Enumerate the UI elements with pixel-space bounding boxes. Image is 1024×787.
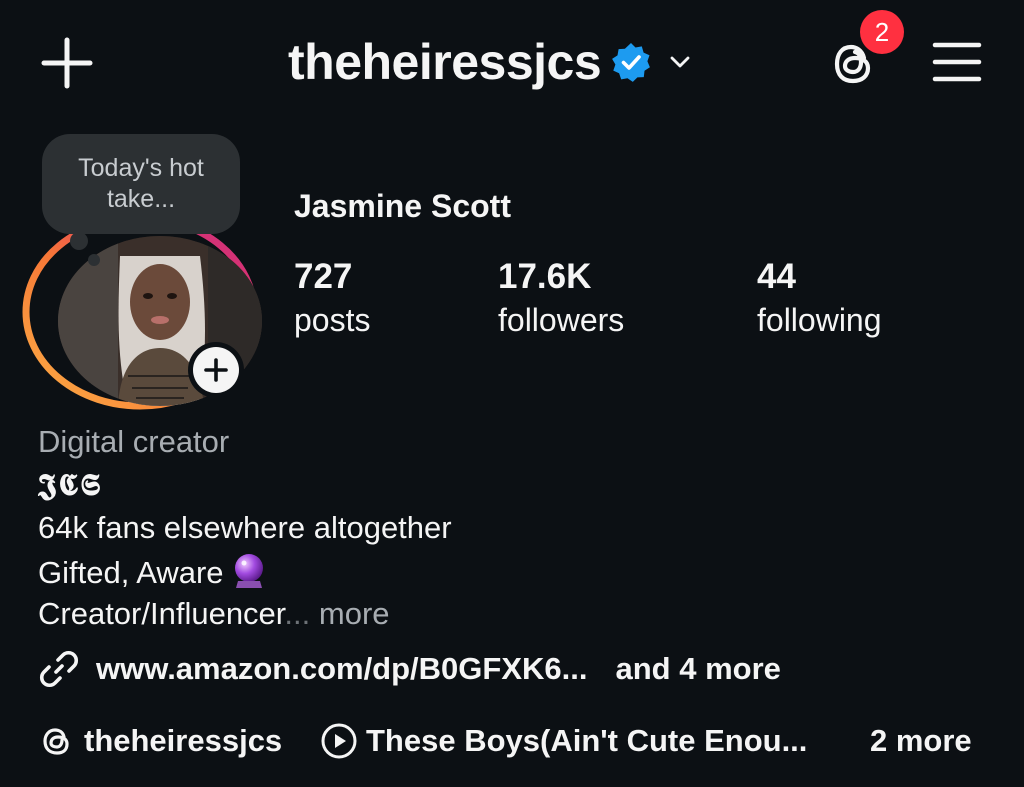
note-bubble[interactable]: Today's hot take... [42, 134, 240, 234]
profile-username[interactable]: theheiressjcs [288, 33, 602, 91]
following-label: following [757, 302, 882, 338]
hamburger-menu-icon[interactable] [932, 40, 982, 84]
more-pills-label: 2 more [870, 723, 972, 758]
create-plus-icon[interactable] [40, 36, 94, 90]
note-text-line1: Today's hot [78, 154, 204, 182]
bio-ornate-initials: 𝕵𝕮𝕾 [38, 468, 103, 503]
chevron-down-icon[interactable] [667, 49, 693, 75]
profile-category: Digital creator [38, 424, 230, 459]
music-pill[interactable]: These Boys(Ain't Cute Enou... [320, 716, 807, 766]
external-links-row[interactable]: www.amazon.com/dp/B0GFXK6... and 4 more [38, 644, 781, 694]
link-icon [39, 650, 79, 688]
threads-handle: theheiressjcs [84, 723, 283, 758]
following-count: 44 [757, 257, 796, 296]
note-bubble-tail-small [88, 254, 100, 266]
bio-line-2: Gifted, Aware [38, 555, 224, 590]
notification-badge: 2 [860, 10, 904, 54]
verified-badge-icon [612, 43, 651, 82]
bio-ellipsis: ... [284, 596, 311, 631]
account-switcher[interactable]: theheiressjcs [288, 30, 693, 94]
followers-label: followers [498, 302, 625, 338]
posts-stat[interactable]: 727 posts [294, 256, 370, 342]
profile-full-name: Jasmine Scott [294, 188, 511, 224]
crystal-ball-emoji-icon [234, 554, 263, 588]
followers-count: 17.6K [498, 257, 592, 296]
following-stat[interactable]: 44 following [757, 256, 882, 342]
note-text-line2: take... [106, 185, 176, 213]
note-bubble-tail [70, 232, 88, 250]
primary-link[interactable]: www.amazon.com/dp/B0GFXK6... [96, 651, 588, 687]
more-pills-button[interactable]: 2 more [870, 716, 972, 766]
plus-icon [204, 358, 228, 382]
threads-small-icon [43, 728, 69, 755]
posts-label: posts [294, 302, 371, 338]
bio-more-link[interactable]: more [319, 596, 390, 631]
bio-line-3-wrap: Creator/Influencer... more [38, 596, 390, 632]
add-story-button[interactable] [188, 342, 244, 398]
play-circle-icon [321, 723, 357, 759]
more-links-button[interactable]: and 4 more [616, 651, 781, 687]
threads-profile-pill[interactable]: theheiressjcs [38, 716, 282, 766]
posts-count: 727 [294, 257, 353, 296]
music-title: These Boys(Ain't Cute Enou... [366, 723, 808, 758]
bio-line-3: Creator/Influencer [38, 596, 285, 631]
bio-line-2-wrap: Gifted, Aware [38, 553, 266, 591]
followers-stat[interactable]: 17.6K followers [498, 256, 624, 342]
bio-line-1: 64k fans elsewhere altogether [38, 510, 452, 545]
